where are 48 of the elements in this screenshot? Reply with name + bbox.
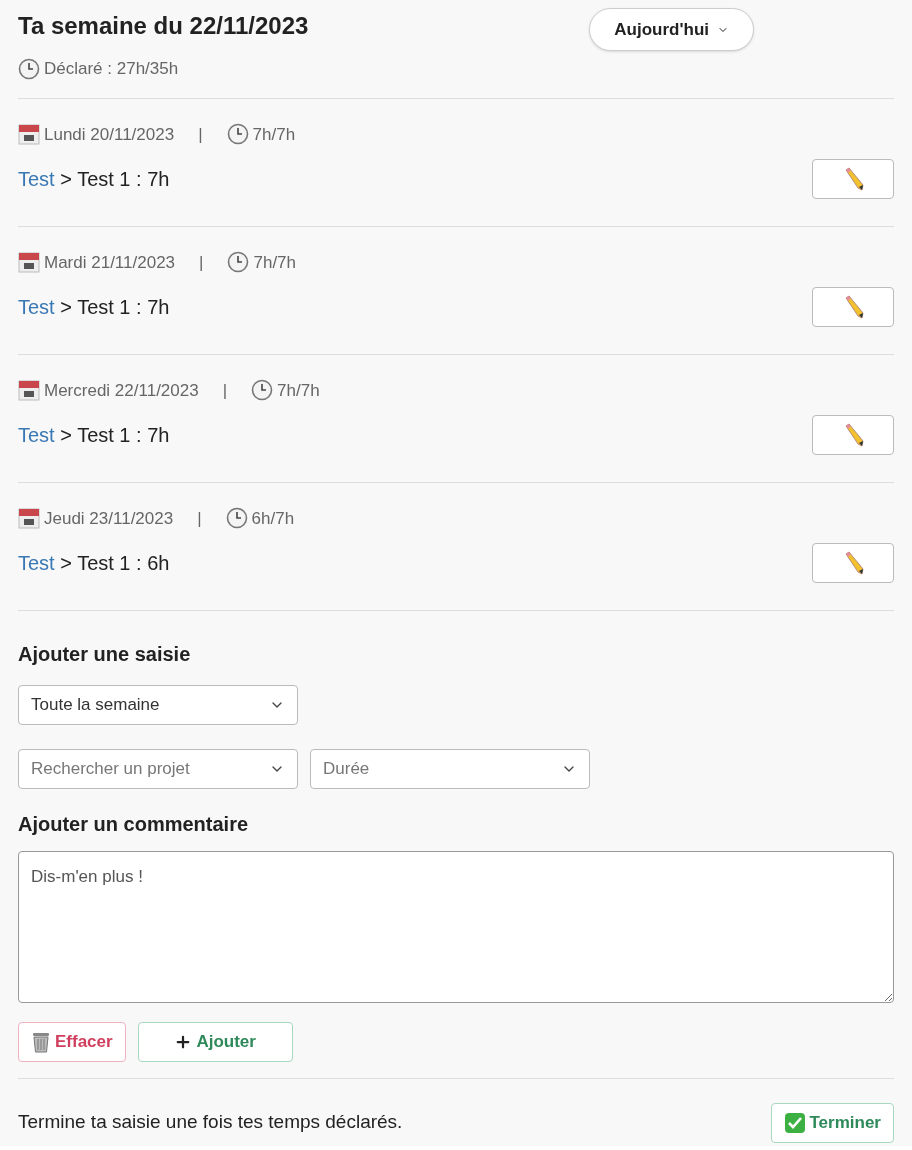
clock-icon [251, 379, 274, 402]
edit-button[interactable] [812, 287, 894, 327]
entry-detail: > Test 1 : 6h [60, 552, 170, 574]
entry-detail: > Test 1 : 7h [60, 296, 170, 318]
day-date: Mercredi 22/11/2023 [44, 379, 199, 402]
project-link[interactable]: Test [18, 168, 55, 190]
check-icon [783, 1111, 806, 1134]
project-link[interactable]: Test [18, 296, 55, 318]
separator-text: | [197, 507, 202, 530]
clock-icon [227, 251, 250, 274]
day-date: Mardi 21/11/2023 [44, 251, 176, 274]
edit-button[interactable] [812, 159, 894, 199]
edit-button[interactable] [812, 543, 894, 583]
footer-text: Termine ta saisie une fois tes temps déclarés. [18, 1110, 403, 1135]
add-entry-heading: Ajouter une saisie [18, 641, 192, 667]
clear-button[interactable]: Effacer [18, 1021, 126, 1062]
day-hours: 6h/7h [251, 507, 295, 530]
day-hours: 7h/7h [253, 251, 297, 274]
project-select[interactable]: Rechercher un projet [18, 748, 298, 789]
day-hours: 7h/7h [277, 379, 320, 402]
calendar-icon [18, 507, 40, 530]
comment-field[interactable]: Dis-m'en plus ! [18, 850, 894, 1003]
clock-icon [226, 123, 249, 146]
calendar-icon [18, 251, 40, 274]
day-hours: 7h/7h [252, 123, 296, 146]
day-date: Lundi 20/11/2023 [44, 123, 175, 146]
comment-heading: Ajouter un commentaire [18, 811, 250, 837]
entry-detail: > Test 1 : 7h [60, 424, 170, 446]
day-date: Jeudi 23/11/2023 [44, 507, 174, 530]
duration-select[interactable]: Durée [310, 748, 590, 789]
week-title: Ta semaine du 22/11/2023 [18, 11, 309, 41]
declared-hours: Déclaré : 27h/35h [44, 58, 179, 80]
period-select[interactable]: Toute la semaine [18, 684, 298, 725]
separator-text: | [198, 123, 203, 146]
calendar-icon [18, 379, 40, 402]
separator-text: | [199, 251, 204, 274]
entry-detail: > Test 1 : 7h [60, 168, 170, 190]
calendar-icon [18, 123, 40, 146]
clock-icon [225, 507, 248, 530]
add-button[interactable]: Ajouter [137, 1021, 293, 1062]
edit-button[interactable] [812, 415, 894, 455]
trash-icon [31, 1030, 51, 1053]
project-link[interactable]: Test [18, 424, 55, 446]
finish-button[interactable]: Terminer [770, 1102, 894, 1143]
separator-text: | [222, 379, 228, 402]
today-button[interactable]: Aujourd'hui [589, 8, 754, 51]
clock-icon [18, 57, 40, 80]
project-link[interactable]: Test [18, 552, 55, 574]
